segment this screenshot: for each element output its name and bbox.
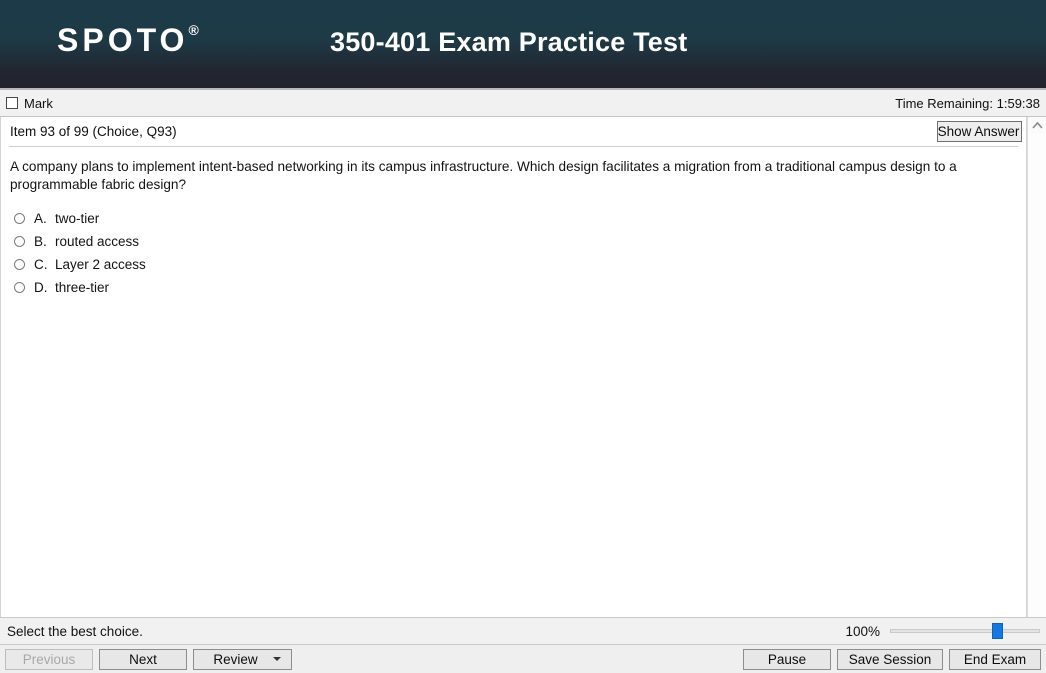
right-button-group: Pause Save Session End Exam	[743, 648, 1041, 670]
zoom-level-label: 100%	[845, 623, 880, 639]
zoom-slider-track[interactable]	[890, 629, 1040, 633]
question-content-area: Item 93 of 99 (Choice, Q93) Show Answer …	[0, 117, 1027, 617]
question-panel: Item 93 of 99 (Choice, Q93) Show Answer …	[0, 117, 1046, 617]
app-header: SPOTO® 350-401 Exam Practice Test	[0, 0, 1046, 90]
mark-checkbox[interactable]	[6, 97, 18, 109]
answer-choice-b[interactable]: B. routed access	[10, 230, 1026, 253]
status-bar: Select the best choice. 100%	[0, 617, 1046, 645]
choice-text-d: three-tier	[55, 280, 110, 295]
choice-letter-a: A.	[34, 211, 47, 226]
exam-app-window: SPOTO® 350-401 Exam Practice Test Mark T…	[0, 0, 1046, 673]
mark-timer-bar: Mark Time Remaining: 1:59:38	[0, 90, 1046, 117]
item-header-row: Item 93 of 99 (Choice, Q93) Show Answer	[1, 117, 1026, 146]
scrollbar-track[interactable]	[1027, 134, 1046, 617]
radio-button-a[interactable]	[14, 213, 25, 224]
zoom-control-group: 100%	[845, 623, 1040, 639]
show-answer-button[interactable]: Show Answer	[937, 121, 1022, 142]
page-title: 350-401 Exam Practice Test	[330, 27, 688, 57]
registered-trademark-icon: ®	[188, 22, 199, 39]
vertical-scrollbar[interactable]	[1027, 117, 1046, 617]
zoom-slider[interactable]	[890, 623, 1040, 639]
item-counter: Item 93 of 99 (Choice, Q93)	[10, 124, 177, 139]
radio-button-c[interactable]	[14, 259, 25, 270]
instruction-text: Select the best choice.	[7, 623, 143, 639]
answer-choice-list: A. two-tier B. routed access C. Layer 2 …	[1, 207, 1026, 299]
question-text: A company plans to implement intent-base…	[10, 159, 957, 192]
answer-choice-c[interactable]: C. Layer 2 access	[10, 253, 1026, 276]
mark-question-control[interactable]: Mark	[6, 96, 53, 111]
end-exam-button[interactable]: End Exam	[949, 648, 1041, 670]
choice-letter-d: D.	[34, 280, 48, 295]
left-button-group: Previous Next Review	[5, 648, 292, 670]
zoom-slider-thumb[interactable]	[992, 623, 1003, 639]
mark-label: Mark	[24, 95, 53, 111]
review-button[interactable]: Review	[193, 648, 292, 670]
radio-button-b[interactable]	[14, 236, 25, 247]
previous-button[interactable]: Previous	[5, 648, 93, 670]
chevron-down-icon	[273, 657, 281, 661]
navigation-button-bar: Previous Next Review Pause Save Session …	[0, 645, 1046, 673]
save-session-button[interactable]: Save Session	[837, 648, 943, 670]
time-remaining: Time Remaining: 1:59:38	[895, 95, 1040, 111]
spoto-logo: SPOTO®	[57, 22, 199, 58]
choice-text-c: Layer 2 access	[55, 257, 146, 272]
radio-button-d[interactable]	[14, 282, 25, 293]
choice-letter-c: C.	[34, 257, 48, 272]
answer-choice-d[interactable]: D. three-tier	[10, 276, 1026, 299]
choice-letter-b: B.	[34, 234, 47, 249]
scroll-up-arrow-icon[interactable]	[1027, 117, 1046, 134]
choice-text-b: routed access	[55, 234, 140, 249]
answer-choice-a[interactable]: A. two-tier	[10, 207, 1026, 230]
choice-text-a: two-tier	[55, 211, 100, 226]
pause-button[interactable]: Pause	[743, 648, 831, 670]
next-button[interactable]: Next	[99, 648, 187, 670]
logo-text: SPOTO	[57, 22, 189, 58]
review-button-label: Review	[213, 651, 258, 667]
